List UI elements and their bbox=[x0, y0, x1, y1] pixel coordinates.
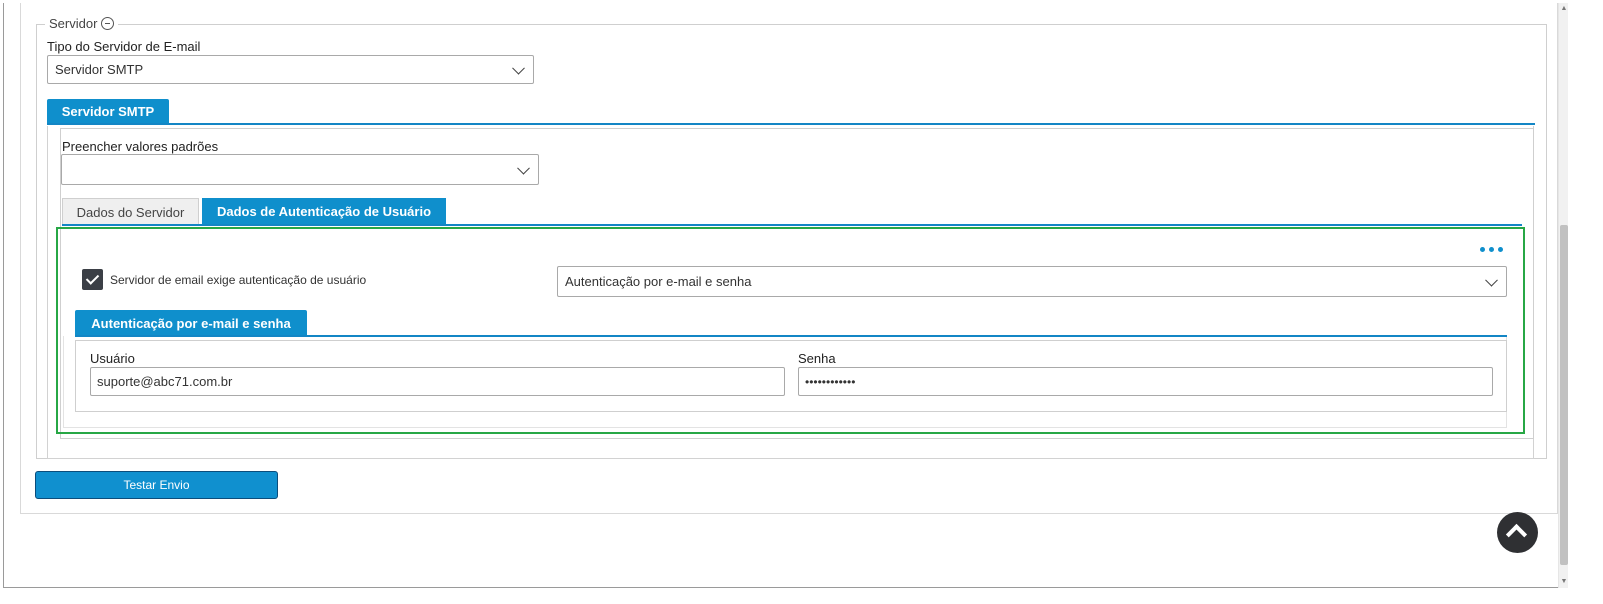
auth-method-value: Autenticação por e-mail e senha bbox=[565, 274, 752, 289]
chevron-down-icon bbox=[517, 161, 530, 175]
password-field[interactable]: •••••••••••• bbox=[798, 367, 1493, 396]
server-type-label: Tipo do Servidor de E-mail bbox=[47, 39, 201, 54]
requires-auth-label: Servidor de email exige autenticação de … bbox=[110, 273, 367, 287]
server-legend-label: Servidor bbox=[49, 16, 98, 31]
chevron-down-icon bbox=[512, 61, 525, 75]
chevron-up-icon bbox=[1505, 523, 1528, 546]
password-label: Senha bbox=[798, 351, 836, 366]
collapse-minus-icon[interactable] bbox=[101, 17, 115, 30]
auth-method-select[interactable]: Autenticação por e-mail e senha bbox=[557, 266, 1507, 297]
tab-dados-autenticacao[interactable]: Dados de Autenticação de Usuário bbox=[202, 198, 446, 225]
server-legend: Servidor bbox=[45, 16, 119, 31]
auth-tab-rule bbox=[75, 335, 1507, 337]
vertical-scrollbar[interactable]: ▲ ▼ bbox=[1558, 3, 1568, 588]
tab-dados-do-servidor[interactable]: Dados do Servidor bbox=[62, 198, 199, 225]
user-value: suporte@abc71.com.br bbox=[97, 374, 233, 389]
tab-servidor-smtp[interactable]: Servidor SMTP bbox=[47, 99, 169, 124]
requires-auth-checkbox[interactable] bbox=[82, 269, 103, 290]
defaults-label: Preencher valores padrões bbox=[62, 139, 219, 154]
defaults-select[interactable] bbox=[61, 154, 539, 185]
scroll-to-top-button[interactable] bbox=[1497, 512, 1538, 553]
scroll-up-arrow-icon[interactable]: ▲ bbox=[1559, 3, 1569, 15]
scrollbar-thumb[interactable] bbox=[1560, 225, 1568, 565]
smtp-tab-rule bbox=[47, 123, 1535, 125]
user-field[interactable]: suporte@abc71.com.br bbox=[90, 367, 785, 396]
inner-tab-rule bbox=[62, 224, 1522, 226]
test-send-button[interactable]: Testar Envio bbox=[35, 471, 278, 499]
tab-auth-email-senha[interactable]: Autenticação por e-mail e senha bbox=[75, 310, 307, 336]
scroll-down-arrow-icon[interactable]: ▼ bbox=[1559, 576, 1569, 588]
server-type-select[interactable]: Servidor SMTP bbox=[47, 55, 534, 84]
more-options-icon[interactable] bbox=[1480, 244, 1508, 254]
user-label: Usuário bbox=[90, 351, 135, 366]
chevron-down-icon bbox=[1485, 273, 1498, 287]
password-value: •••••••••••• bbox=[805, 374, 856, 389]
server-type-value: Servidor SMTP bbox=[55, 62, 144, 77]
